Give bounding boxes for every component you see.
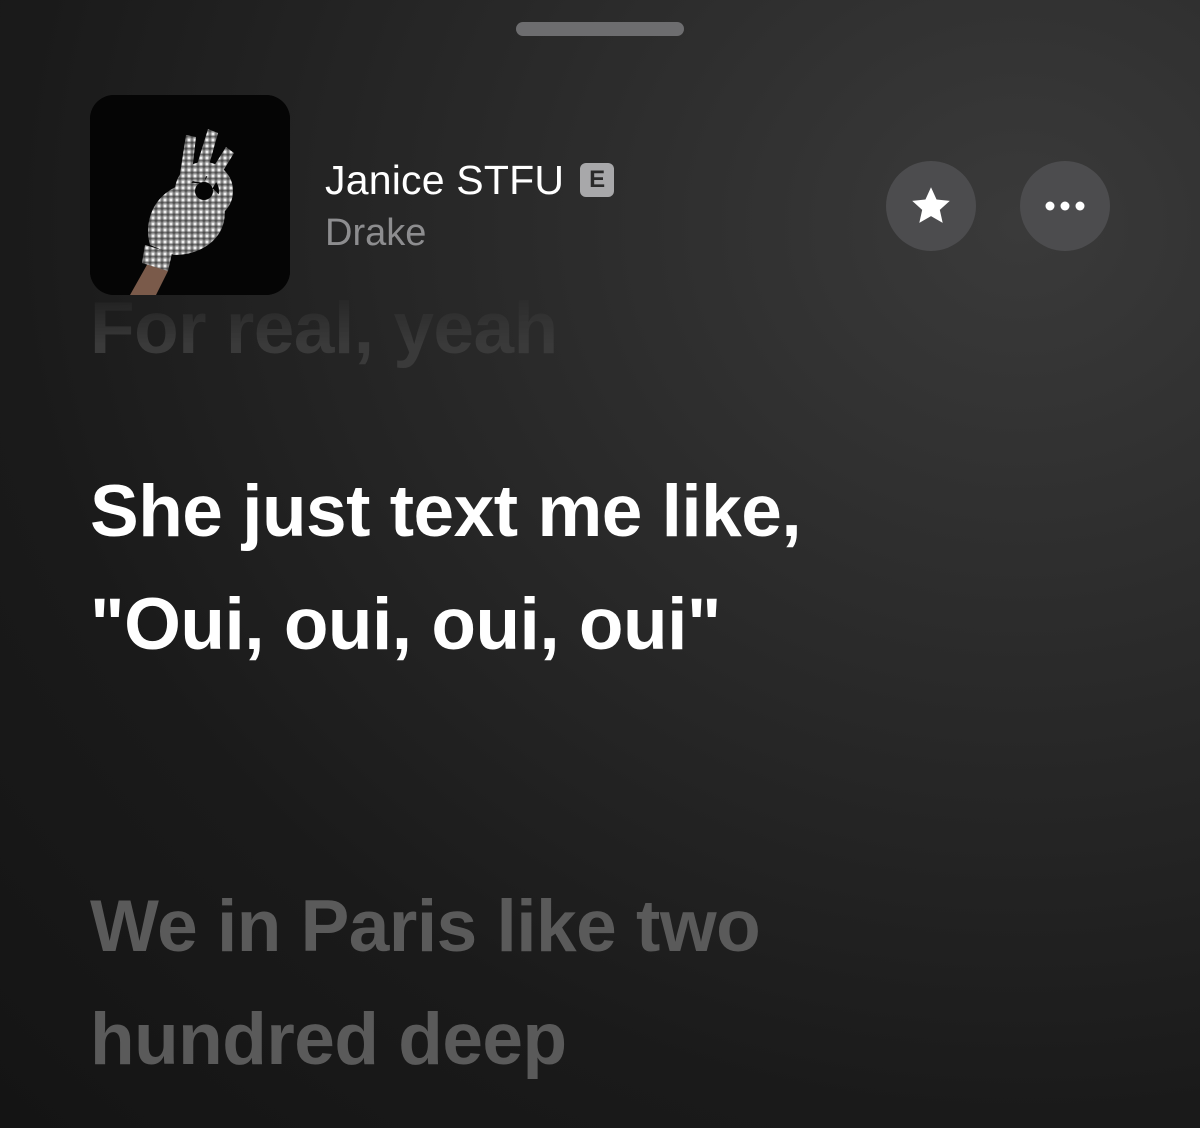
artist-name[interactable]: Drake xyxy=(325,210,426,256)
explicit-badge: E xyxy=(580,163,615,197)
album-artwork[interactable] xyxy=(90,95,290,295)
ellipsis-icon xyxy=(1045,201,1085,211)
previous-lyric-line[interactable]: For real, yeah xyxy=(90,290,558,372)
favorite-button[interactable] xyxy=(886,161,976,251)
sheet-grabber[interactable] xyxy=(516,22,684,36)
star-icon xyxy=(912,187,950,223)
ok-hand-glove-artwork-icon xyxy=(90,95,290,295)
next-lyric-line[interactable]: We in Paris like two hundred deep xyxy=(90,870,950,1096)
current-lyric-line[interactable]: She just text me like, "Oui, oui, oui, o… xyxy=(90,455,890,681)
previous-lyric-text: For real, yeah xyxy=(90,290,558,369)
track-title-row: Janice STFU E xyxy=(325,156,615,204)
more-options-button[interactable] xyxy=(1020,161,1110,251)
track-title[interactable]: Janice STFU xyxy=(325,156,564,204)
